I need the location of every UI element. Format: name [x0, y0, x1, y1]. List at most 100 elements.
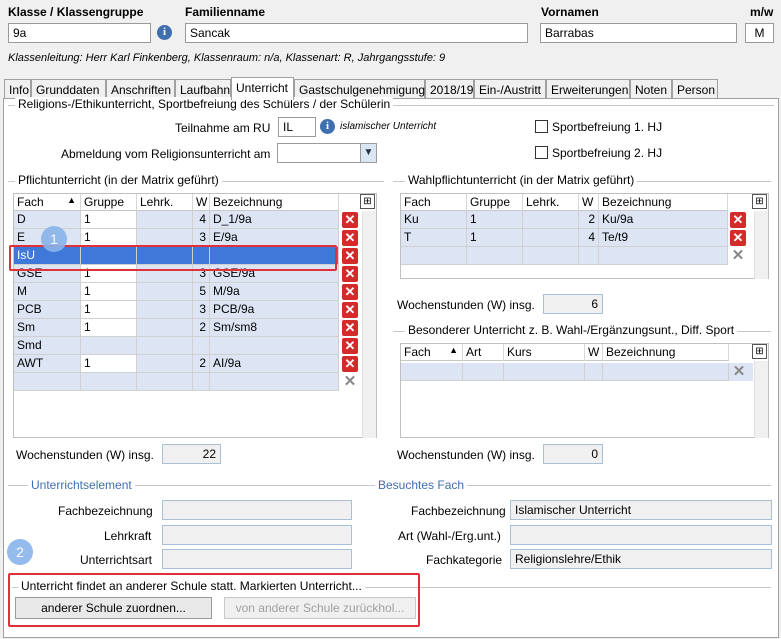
table-cell-gruppe[interactable]: 1	[81, 283, 137, 301]
col-header-gruppe[interactable]: Gruppe	[81, 194, 137, 211]
callout-badge-1: 1	[41, 226, 67, 252]
col-header-gruppe[interactable]: Gruppe	[467, 194, 523, 211]
tab-2018-19[interactable]: 2018/19	[425, 79, 474, 99]
table-row[interactable]: M 1 5 M/9a ✕	[14, 283, 361, 301]
table-row[interactable]: Ku 1 2 Ku/9a ✕	[401, 211, 753, 229]
sort-asc-icon: ▲	[449, 345, 458, 355]
table-row[interactable]: ✕	[401, 247, 753, 265]
ue-fachbezeichnung-label: Fachbezeichnung	[58, 504, 153, 518]
tab-erweiterungen[interactable]: Erweiterungen	[546, 79, 630, 99]
table-cell-bez: D_1/9a	[210, 211, 339, 229]
info-icon[interactable]: i	[157, 25, 172, 40]
klasse-field[interactable]: 9a	[8, 23, 151, 43]
column-chooser-icon[interactable]: ⊞	[752, 344, 767, 359]
familienname-field[interactable]: Sancak	[185, 23, 528, 43]
delete-row-icon[interactable]: ✕	[342, 374, 358, 390]
bf-fachkategorie-field: Religionslehre/Ethik	[510, 549, 772, 569]
tab-info[interactable]: Info	[4, 79, 31, 99]
col-header-w[interactable]: W	[585, 344, 603, 361]
table-cell-w: 3	[193, 301, 210, 319]
delete-row-icon[interactable]: ✕	[730, 212, 746, 228]
col-header-bezeichnung[interactable]: Bezeichnung	[603, 344, 729, 361]
tab-anschriften[interactable]: Anschriften	[106, 79, 175, 99]
wahlpflicht-scrollbar[interactable]	[754, 211, 768, 279]
col-header-fach[interactable]: Fach ▲	[401, 344, 463, 361]
table-row[interactable]: T 1 4 Te/t9 ✕	[401, 229, 753, 247]
column-chooser-icon[interactable]: ⊞	[360, 194, 375, 209]
besonderer-wochen-label: Wochenstunden (W) insg.	[397, 448, 535, 462]
delete-row-icon[interactable]: ✕	[342, 284, 358, 300]
column-chooser-icon[interactable]: ⊞	[752, 194, 767, 209]
col-header-bezeichnung[interactable]: Bezeichnung	[210, 194, 339, 211]
delete-row-icon[interactable]: ✕	[342, 356, 358, 372]
delete-row-icon[interactable]: ✕	[342, 230, 358, 246]
col-header-w[interactable]: W	[193, 194, 210, 211]
delete-row-icon[interactable]: ✕	[342, 212, 358, 228]
table-cell-gruppe[interactable]: 1	[81, 319, 137, 337]
besonderer-scrollbar[interactable]	[754, 361, 768, 438]
col-header-fach[interactable]: Fach	[401, 194, 467, 211]
table-cell-lehrk	[523, 229, 579, 247]
delete-row-icon[interactable]: ✕	[730, 248, 746, 264]
mw-field[interactable]: M	[745, 23, 774, 43]
col-header-kurs[interactable]: Kurs	[504, 344, 585, 361]
table-cell-fach	[14, 373, 81, 391]
table-cell-lehrk	[137, 355, 193, 373]
besonderer-table: Fach ▲ Art Kurs W Bezeichnung ⊞ ✕	[400, 343, 769, 438]
andere-schule-highlight	[8, 573, 420, 627]
col-header-w[interactable]: W	[579, 194, 599, 211]
tab-person[interactable]: Person	[672, 79, 718, 99]
table-cell-gruppe[interactable]: 1	[81, 301, 137, 319]
col-header-fach[interactable]: Fach ▲	[14, 194, 81, 211]
table-cell-gruppe[interactable]	[81, 337, 137, 355]
teilnahme-info-icon[interactable]: i	[320, 119, 335, 134]
delete-row-icon[interactable]: ✕	[342, 248, 358, 264]
pflicht-scrollbar[interactable]	[362, 211, 376, 438]
delete-row-icon[interactable]: ✕	[730, 230, 746, 246]
delete-row-icon[interactable]: ✕	[342, 338, 358, 354]
table-row[interactable]: Sm 1 2 Sm/sm8 ✕	[14, 319, 361, 337]
table-row[interactable]: ✕	[401, 363, 753, 381]
table-cell-lehrk	[137, 211, 193, 229]
delete-row-icon[interactable]: ✕	[342, 266, 358, 282]
vornamen-field[interactable]: Barrabas	[540, 23, 737, 43]
table-cell-gruppe[interactable]	[81, 373, 137, 391]
table-row[interactable]: Smd ✕	[14, 337, 361, 355]
tab-laufbahn[interactable]: Laufbahn	[175, 79, 231, 99]
delete-row-icon[interactable]: ✕	[731, 364, 747, 380]
tab-unterricht[interactable]: Unterricht	[231, 77, 294, 100]
col-header-art[interactable]: Art	[463, 344, 504, 361]
table-cell-fach: PCB	[14, 301, 81, 319]
table-cell-gruppe[interactable]: 1	[81, 355, 137, 373]
table-row[interactable]: D 1 4 D_1/9a ✕	[14, 211, 361, 229]
table-row[interactable]: ✕	[14, 373, 361, 391]
table-cell-lehrk	[523, 247, 579, 265]
tab-grunddaten[interactable]: Grunddaten	[31, 79, 106, 99]
delete-row-icon[interactable]: ✕	[342, 320, 358, 336]
chevron-down-icon[interactable]: ▼	[360, 144, 376, 162]
table-row[interactable]: AWT 1 2 AI/9a ✕	[14, 355, 361, 373]
col-header-lehrk[interactable]: Lehrk.	[523, 194, 579, 211]
table-cell-gruppe[interactable]: 1	[81, 211, 137, 229]
table-cell-w: 4	[579, 229, 599, 247]
tab-noten[interactable]: Noten	[630, 79, 672, 99]
tab-gastschulgenehmigung[interactable]: Gastschulgenehmigung	[294, 79, 425, 99]
callout-badge-2: 2	[7, 539, 33, 565]
table-row[interactable]: PCB 1 3 PCB/9a ✕	[14, 301, 361, 319]
table-cell-w	[193, 373, 210, 391]
tab-ein-austritt[interactable]: Ein-/Austritt	[474, 79, 546, 99]
class-info-line: Klassenleitung: Herr Karl Finkenberg, Kl…	[8, 52, 446, 64]
col-header-bezeichnung[interactable]: Bezeichnung	[599, 194, 728, 211]
table-cell-gruppe: 1	[467, 229, 523, 247]
table-cell	[401, 363, 463, 381]
delete-row-icon[interactable]: ✕	[342, 302, 358, 318]
table-cell-w: 2	[193, 355, 210, 373]
sportbefreiung-2-checkbox[interactable]	[535, 146, 548, 159]
teilnahme-field[interactable]: IL	[278, 117, 316, 137]
sort-asc-icon: ▲	[67, 195, 76, 205]
besonderer-group-title: Besonderer Unterricht z. B. Wahl-/Ergänz…	[405, 323, 738, 337]
bf-art-label: Art (Wahl-/Erg.unt.)	[398, 529, 501, 543]
sportbefreiung-1-checkbox[interactable]	[535, 120, 548, 133]
col-header-lehrk[interactable]: Lehrk.	[137, 194, 193, 211]
table-cell-fach: AWT	[14, 355, 81, 373]
